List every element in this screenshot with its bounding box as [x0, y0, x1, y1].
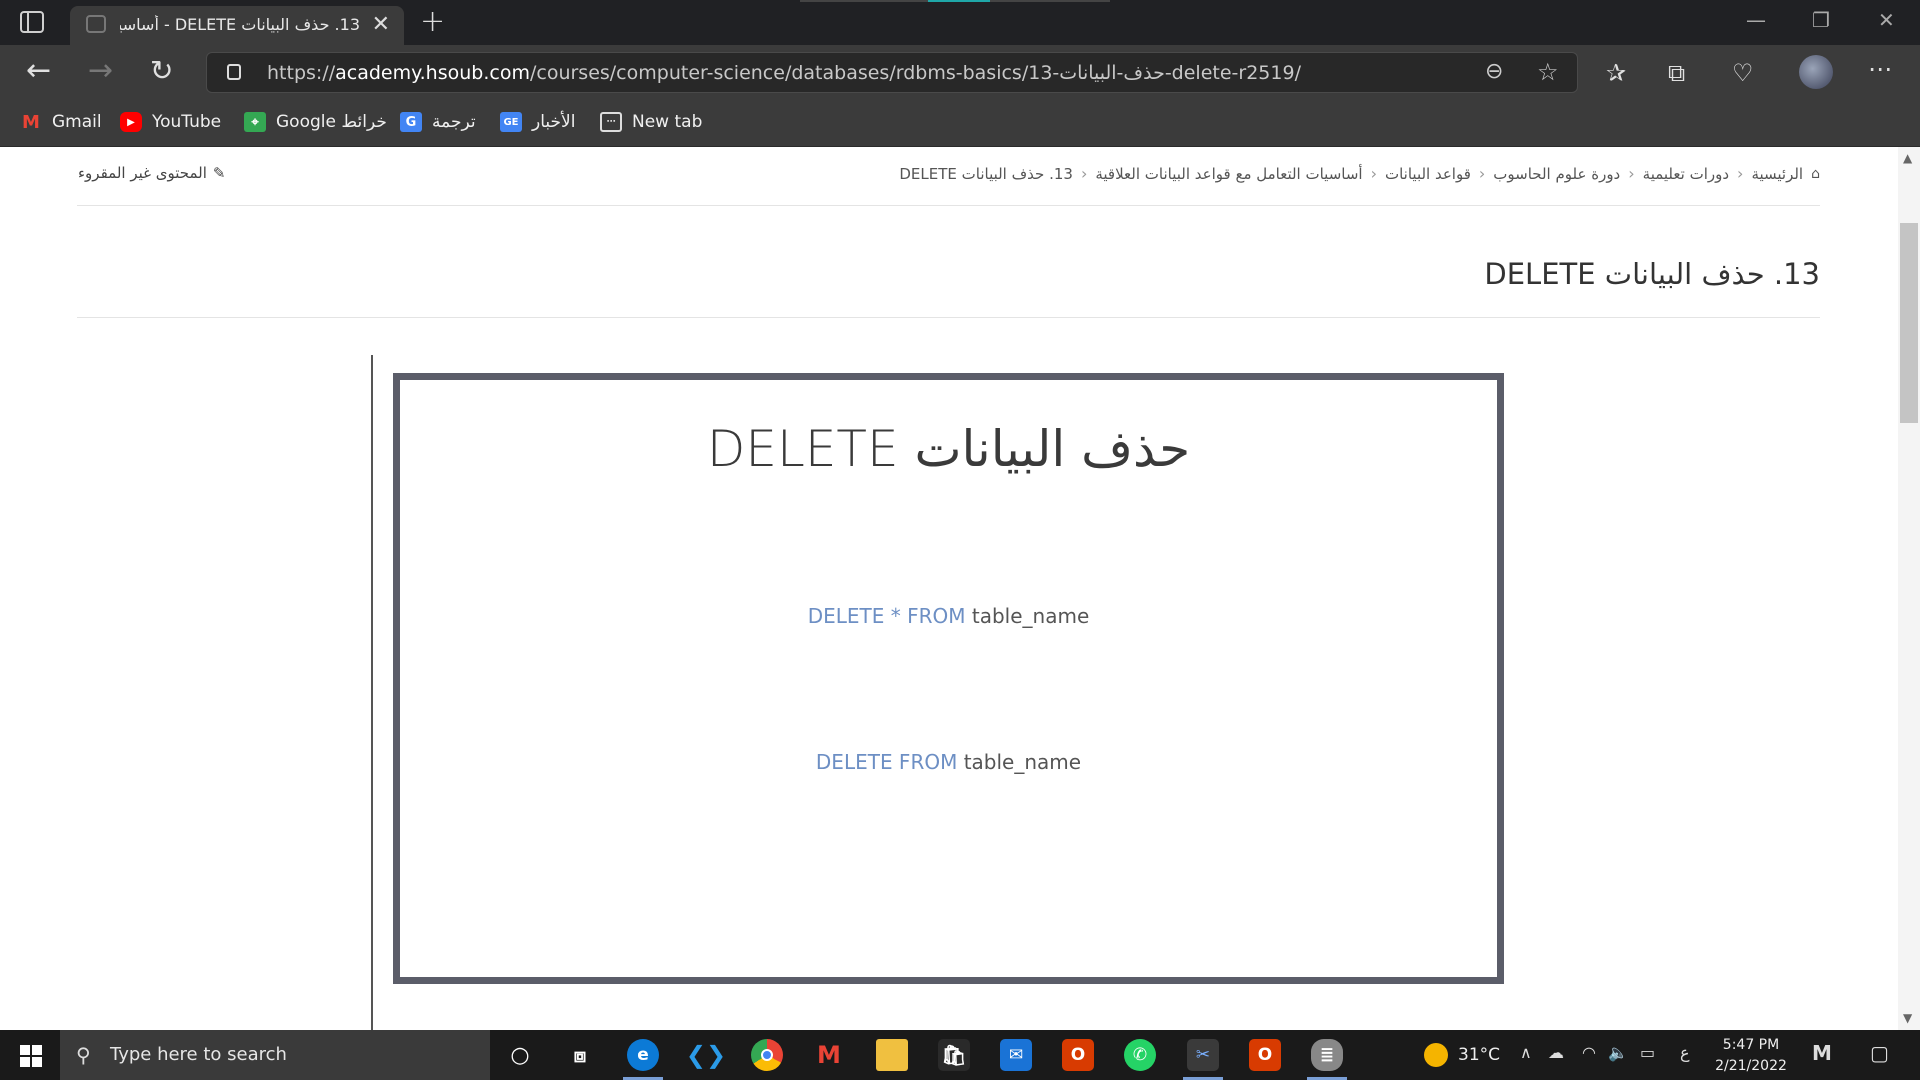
more-menu-icon[interactable]: ⋯: [1868, 55, 1892, 83]
store-icon[interactable]: 🛍: [938, 1039, 970, 1071]
database-app-icon[interactable]: ≣: [1311, 1039, 1343, 1071]
task-view-icon[interactable]: ⧈: [564, 1039, 596, 1071]
breadcrumb-databases[interactable]: قواعد البيانات: [1385, 165, 1471, 183]
page-scrollbar[interactable]: ▲ ▼: [1898, 147, 1920, 1030]
office-icon[interactable]: O: [1062, 1039, 1094, 1071]
app-tray-icon[interactable]: M: [1812, 1041, 1832, 1065]
divider: [77, 205, 1820, 206]
unread-content-link[interactable]: ✎ المحتوى غير المقروء: [78, 164, 225, 182]
collections-icon[interactable]: ⧉: [1668, 59, 1685, 87]
youtube-icon: ▶: [120, 112, 142, 132]
tab-title: 13. حذف البيانات DELETE - أساسيات: [120, 15, 360, 34]
new-tab-button[interactable]: +: [420, 4, 445, 39]
lock-icon[interactable]: [227, 64, 241, 80]
vscode-icon[interactable]: ❮❯: [686, 1039, 726, 1071]
breadcrumb-separator: ‹: [1737, 164, 1744, 183]
breadcrumb-separator: ‹: [1080, 164, 1088, 183]
search-icon: ⚲: [76, 1043, 91, 1067]
back-arrow-icon[interactable]: ←: [26, 55, 51, 87]
new-tab-icon: ⋯: [600, 112, 622, 132]
edge-icon[interactable]: e: [627, 1039, 659, 1071]
minimize-icon[interactable]: —: [1746, 8, 1766, 32]
slide-top-bar: [776, 373, 1116, 379]
translate-icon: G: [400, 112, 422, 132]
page-title: 13. حذف البيانات DELETE: [1484, 257, 1820, 291]
breadcrumb-home[interactable]: الرئيسية: [1751, 165, 1803, 183]
zoom-icon[interactable]: ⊖: [1485, 59, 1503, 84]
scroll-up-icon[interactable]: ▲: [1903, 151, 1912, 165]
video-slide[interactable]: حذف البيانات DELETE DELETE * FROM table_…: [393, 373, 1504, 984]
news-icon: GE: [500, 112, 522, 132]
url-field[interactable]: https://academy.hsoub.com/courses/comput…: [206, 52, 1578, 93]
snipping-tool-icon[interactable]: ✂: [1187, 1039, 1219, 1071]
notifications-icon[interactable]: ▢: [1870, 1041, 1889, 1065]
taskbar-search[interactable]: ⚲ Type here to search: [60, 1030, 490, 1080]
chevron-up-icon[interactable]: ∧: [1520, 1043, 1532, 1062]
profile-avatar[interactable]: [1799, 55, 1833, 89]
taskbar-clock[interactable]: 5:47 PM 2/21/2022: [1706, 1035, 1796, 1077]
breadcrumb-current: 13. حذف البيانات DELETE: [899, 164, 1073, 183]
gmail-app-icon[interactable]: M: [813, 1039, 845, 1071]
scrollbar-thumb[interactable]: [1900, 223, 1918, 423]
gmail-icon: M: [22, 111, 40, 133]
whatsapp-icon[interactable]: ✆: [1124, 1039, 1156, 1071]
volume-icon[interactable]: 🔈: [1608, 1043, 1628, 1062]
restore-icon[interactable]: ❐: [1812, 8, 1830, 32]
favorites-icon[interactable]: ✰: [1606, 59, 1626, 87]
bookmarks-bar: M Gmail ▶ YouTube ⌖ Google خرائط G ترجمة…: [0, 102, 1920, 147]
forward-arrow-icon[interactable]: →: [88, 55, 113, 87]
add-favorite-icon[interactable]: ☆: [1537, 58, 1559, 86]
maps-icon: ⌖: [244, 112, 266, 132]
home-icon: ⌂: [1811, 165, 1820, 182]
breadcrumb-rdbms-basics[interactable]: أساسيات التعامل مع قواعد البيانات العلاق…: [1095, 165, 1362, 183]
file-explorer-icon[interactable]: [876, 1039, 908, 1071]
office-alt-icon[interactable]: O: [1249, 1039, 1281, 1071]
browser-health-icon[interactable]: ♡: [1732, 59, 1754, 87]
bookmark-gmail[interactable]: M Gmail: [20, 111, 102, 133]
tab-strip-accent: [928, 0, 990, 2]
scroll-down-icon[interactable]: ▼: [1903, 1011, 1912, 1025]
breadcrumb-separator: ‹: [1370, 164, 1377, 183]
page-content: ⌂ الرئيسية ‹ دورات تعليمية ‹ دورة علوم ا…: [0, 147, 1898, 1030]
battery-icon[interactable]: ▭: [1640, 1043, 1655, 1062]
refresh-icon[interactable]: ↻: [150, 55, 173, 87]
content-border: [371, 355, 373, 1030]
pencil-icon: ✎: [212, 164, 226, 182]
chrome-icon[interactable]: [751, 1039, 783, 1071]
onedrive-icon[interactable]: ☁: [1548, 1043, 1564, 1062]
breadcrumb-courses[interactable]: دورات تعليمية: [1643, 165, 1729, 183]
cortana-icon[interactable]: ○: [504, 1039, 536, 1071]
slide-title: حذف البيانات DELETE: [706, 420, 1191, 478]
page-favicon-icon: [86, 15, 106, 33]
tab-bar: 13. حذف البيانات DELETE - أساسيات ✕ + — …: [0, 0, 1920, 45]
close-tab-icon[interactable]: ✕: [372, 12, 390, 37]
tab-actions-icon[interactable]: [20, 11, 44, 33]
bookmark-youtube[interactable]: ▶ YouTube: [120, 112, 221, 132]
bookmark-news[interactable]: GE الأخبار: [500, 112, 575, 132]
address-bar: ← → ↻ https://academy.hsoub.com/courses/…: [0, 45, 1920, 102]
breadcrumb-cs-course[interactable]: دورة علوم الحاسوب: [1493, 165, 1620, 183]
weather-widget[interactable]: 31°C: [1424, 1043, 1500, 1067]
wifi-icon[interactable]: ◠: [1582, 1043, 1596, 1062]
sun-icon: [1424, 1043, 1448, 1067]
sql-line-2: DELETE FROM table_name: [815, 750, 1082, 774]
bookmark-new-tab[interactable]: ⋯ New tab: [600, 112, 702, 132]
active-tab[interactable]: 13. حذف البيانات DELETE - أساسيات ✕: [70, 6, 404, 45]
breadcrumb: ⌂ الرئيسية ‹ دورات تعليمية ‹ دورة علوم ا…: [899, 164, 1820, 183]
sql-line-1: DELETE * FROM table_name: [807, 604, 1090, 628]
mail-icon[interactable]: ✉: [1000, 1039, 1032, 1071]
divider: [77, 317, 1820, 318]
breadcrumb-separator: ‹: [1478, 164, 1486, 183]
close-window-icon[interactable]: ✕: [1878, 8, 1895, 32]
url-text[interactable]: https://academy.hsoub.com/courses/comput…: [267, 62, 1301, 84]
input-language[interactable]: ع: [1680, 1043, 1690, 1062]
windows-start-icon[interactable]: [20, 1045, 42, 1067]
bookmark-translate[interactable]: G ترجمة: [400, 112, 476, 132]
taskbar: ⚲ Type here to search ○ ⧈ e ❮❯ M 🛍 ✉ O ✆…: [0, 1030, 1920, 1080]
breadcrumb-separator: ‹: [1628, 164, 1635, 183]
bookmark-google-maps[interactable]: ⌖ Google خرائط: [244, 112, 387, 132]
